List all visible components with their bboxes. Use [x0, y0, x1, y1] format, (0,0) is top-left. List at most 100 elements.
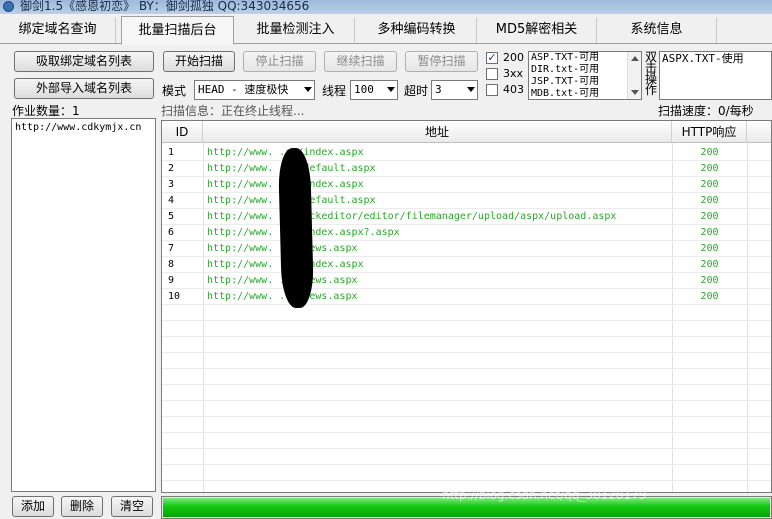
row-status: 200	[700, 259, 719, 270]
stop-scan-button[interactable]: 停止扫描	[243, 51, 316, 72]
continue-scan-button[interactable]: 继续扫描	[324, 51, 397, 72]
row-id: 7	[168, 243, 175, 254]
import-bound-domains-button[interactable]: 吸取绑定域名列表	[14, 51, 154, 72]
tab-bar: 绑定域名查询 批量扫描后台 批量检测注入 多种编码转换 MD5解密相关 系统信息	[0, 14, 772, 45]
table-row[interactable]: 4 http://www. .cn/default.aspx 200	[162, 193, 771, 209]
empty-row	[162, 385, 771, 401]
scroll-up-icon[interactable]	[631, 56, 639, 61]
empty-row	[162, 465, 771, 481]
row-url: http://www. .cn/index.aspx	[207, 147, 364, 158]
row-id: 9	[168, 275, 175, 286]
in-use-dictionary-list[interactable]: ASPX.TXT-使用	[659, 51, 772, 100]
table-row[interactable]: 9 http://www. .cn/news.aspx 200	[162, 273, 771, 289]
mode-label: 模式	[162, 84, 187, 98]
add-button[interactable]: 添加	[12, 496, 54, 517]
tab-md5-decrypt[interactable]: MD5解密相关	[477, 18, 597, 43]
empty-row	[162, 321, 771, 337]
status-3xx-checkbox[interactable]	[486, 68, 498, 80]
table-row[interactable]: 1 http://www. .cn/index.aspx 200	[162, 145, 771, 161]
row-status: 200	[700, 195, 719, 206]
clear-button[interactable]: 清空	[111, 496, 153, 517]
double-click-label: 双击操作	[644, 50, 657, 97]
tab-bound-domain-query[interactable]: 绑定域名查询	[0, 18, 116, 43]
in-use-dictionary-item[interactable]: ASPX.TXT-使用	[660, 52, 771, 65]
dictionary-item[interactable]: ASP.TXT-可用	[529, 52, 641, 64]
chevron-down-icon	[304, 87, 312, 92]
mode-select[interactable]: HEAD - 速度极快	[194, 80, 315, 100]
row-id: 1	[168, 147, 175, 158]
row-id: 3	[168, 179, 175, 190]
table-row[interactable]: 10 http://www. .cn/news.aspx 200	[162, 289, 771, 305]
tab-batch-injection[interactable]: 批量检测注入	[237, 18, 355, 43]
dictionary-item[interactable]: MDB.txt-可用	[529, 88, 641, 99]
redaction-mark	[277, 147, 315, 309]
row-status: 200	[700, 163, 719, 174]
row-url: http://www. .cn/index.aspx	[207, 259, 364, 270]
threads-label: 线程	[322, 84, 347, 98]
column-header-http-status[interactable]: HTTP响应	[672, 121, 747, 143]
row-url: http://www. .cn/index.aspx	[207, 179, 364, 190]
results-table[interactable]: ID 地址 HTTP响应 1 http://www. .cn/index.aspx…	[161, 120, 772, 493]
table-row[interactable]: 8 http://www. .cn/index.aspx 200	[162, 257, 771, 273]
status-200-label: 200	[503, 51, 524, 64]
table-row[interactable]: 5 http://www. .cn/fckeditor/editor/filema…	[162, 209, 771, 225]
timeout-select[interactable]: 3	[431, 80, 478, 100]
dictionary-scrollbar[interactable]	[627, 52, 641, 99]
dictionary-list[interactable]: ASP.TXT-可用 DIR.txt-可用 JSP.TXT-可用 MDB.txt…	[528, 51, 642, 100]
threads-select[interactable]: 100	[350, 80, 398, 100]
status-200-checkbox[interactable]: ✓	[486, 52, 498, 64]
window-title: 御剑1.5《感恩初恋》 BY：御剑孤独 QQ:343034656	[20, 0, 310, 13]
row-url: http://www. .cn/news.aspx	[207, 291, 358, 302]
threads-select-value: 100	[354, 83, 374, 96]
import-external-domains-button[interactable]: 外部导入域名列表	[14, 78, 154, 99]
row-id: 2	[168, 163, 175, 174]
mode-select-value: HEAD - 速度极快	[198, 83, 289, 96]
chevron-down-icon	[387, 87, 395, 92]
scan-speed: 扫描速度：0/每秒	[658, 104, 754, 118]
start-scan-button[interactable]: 开始扫描	[163, 51, 235, 72]
empty-row	[162, 401, 771, 417]
column-header-url[interactable]: 地址	[203, 121, 672, 143]
tab-system-info[interactable]: 系统信息	[597, 18, 717, 43]
dictionary-item[interactable]: DIR.txt-可用	[529, 64, 641, 76]
row-url: http://www. .cn/news.aspx	[207, 275, 358, 286]
timeout-label: 超时	[404, 84, 429, 98]
tab-encoding-conversion[interactable]: 多种编码转换	[357, 18, 477, 43]
chevron-down-icon	[467, 87, 475, 92]
row-status: 200	[700, 227, 719, 238]
table-row[interactable]: 2 http://www. .cn/default.aspx 200	[162, 161, 771, 177]
dictionary-item[interactable]: JSP.TXT-可用	[529, 76, 641, 88]
pause-scan-button[interactable]: 暂停扫描	[405, 51, 478, 72]
scan-info: 扫描信息：正在终止线程...	[161, 104, 305, 118]
status-3xx-label: 3xx	[503, 67, 524, 80]
row-status: 200	[700, 211, 719, 222]
table-row[interactable]: 7 http://www. .cn/news.aspx 200	[162, 241, 771, 257]
row-status: 200	[700, 179, 719, 190]
column-header-id[interactable]: ID	[162, 121, 203, 143]
row-status: 200	[700, 243, 719, 254]
title-bar: 御剑1.5《感恩初恋》 BY：御剑孤独 QQ:343034656	[0, 0, 772, 14]
delete-button[interactable]: 删除	[61, 496, 103, 517]
empty-row	[162, 337, 771, 353]
status-403-checkbox[interactable]	[486, 84, 498, 96]
table-row[interactable]: 6 http://www. .cn/index.aspx?.aspx 200	[162, 225, 771, 241]
empty-row	[162, 449, 771, 465]
row-status: 200	[700, 275, 719, 286]
scroll-down-icon[interactable]	[631, 90, 639, 95]
tab-batch-scan-admin[interactable]: 批量扫描后台	[121, 16, 234, 45]
domain-list-item[interactable]: http://www.cdkymjx.cn	[15, 122, 152, 133]
row-url: http://www. .cn/default.aspx	[207, 195, 376, 206]
empty-row	[162, 305, 771, 321]
row-url: http://www. .cn/fckeditor/editor/fileman…	[207, 211, 617, 222]
results-table-header: ID 地址 HTTP响应	[162, 121, 771, 143]
domain-list[interactable]: http://www.cdkymjx.cn	[11, 118, 156, 492]
row-status: 200	[700, 147, 719, 158]
empty-row	[162, 417, 771, 433]
empty-row	[162, 433, 771, 449]
row-url: http://www. .cn/news.aspx	[207, 243, 358, 254]
row-id: 4	[168, 195, 175, 206]
table-row[interactable]: 3 http://www. .cn/index.aspx 200	[162, 177, 771, 193]
row-id: 8	[168, 259, 175, 270]
job-count-label: 作业数量：1	[12, 104, 80, 118]
empty-row	[162, 369, 771, 385]
